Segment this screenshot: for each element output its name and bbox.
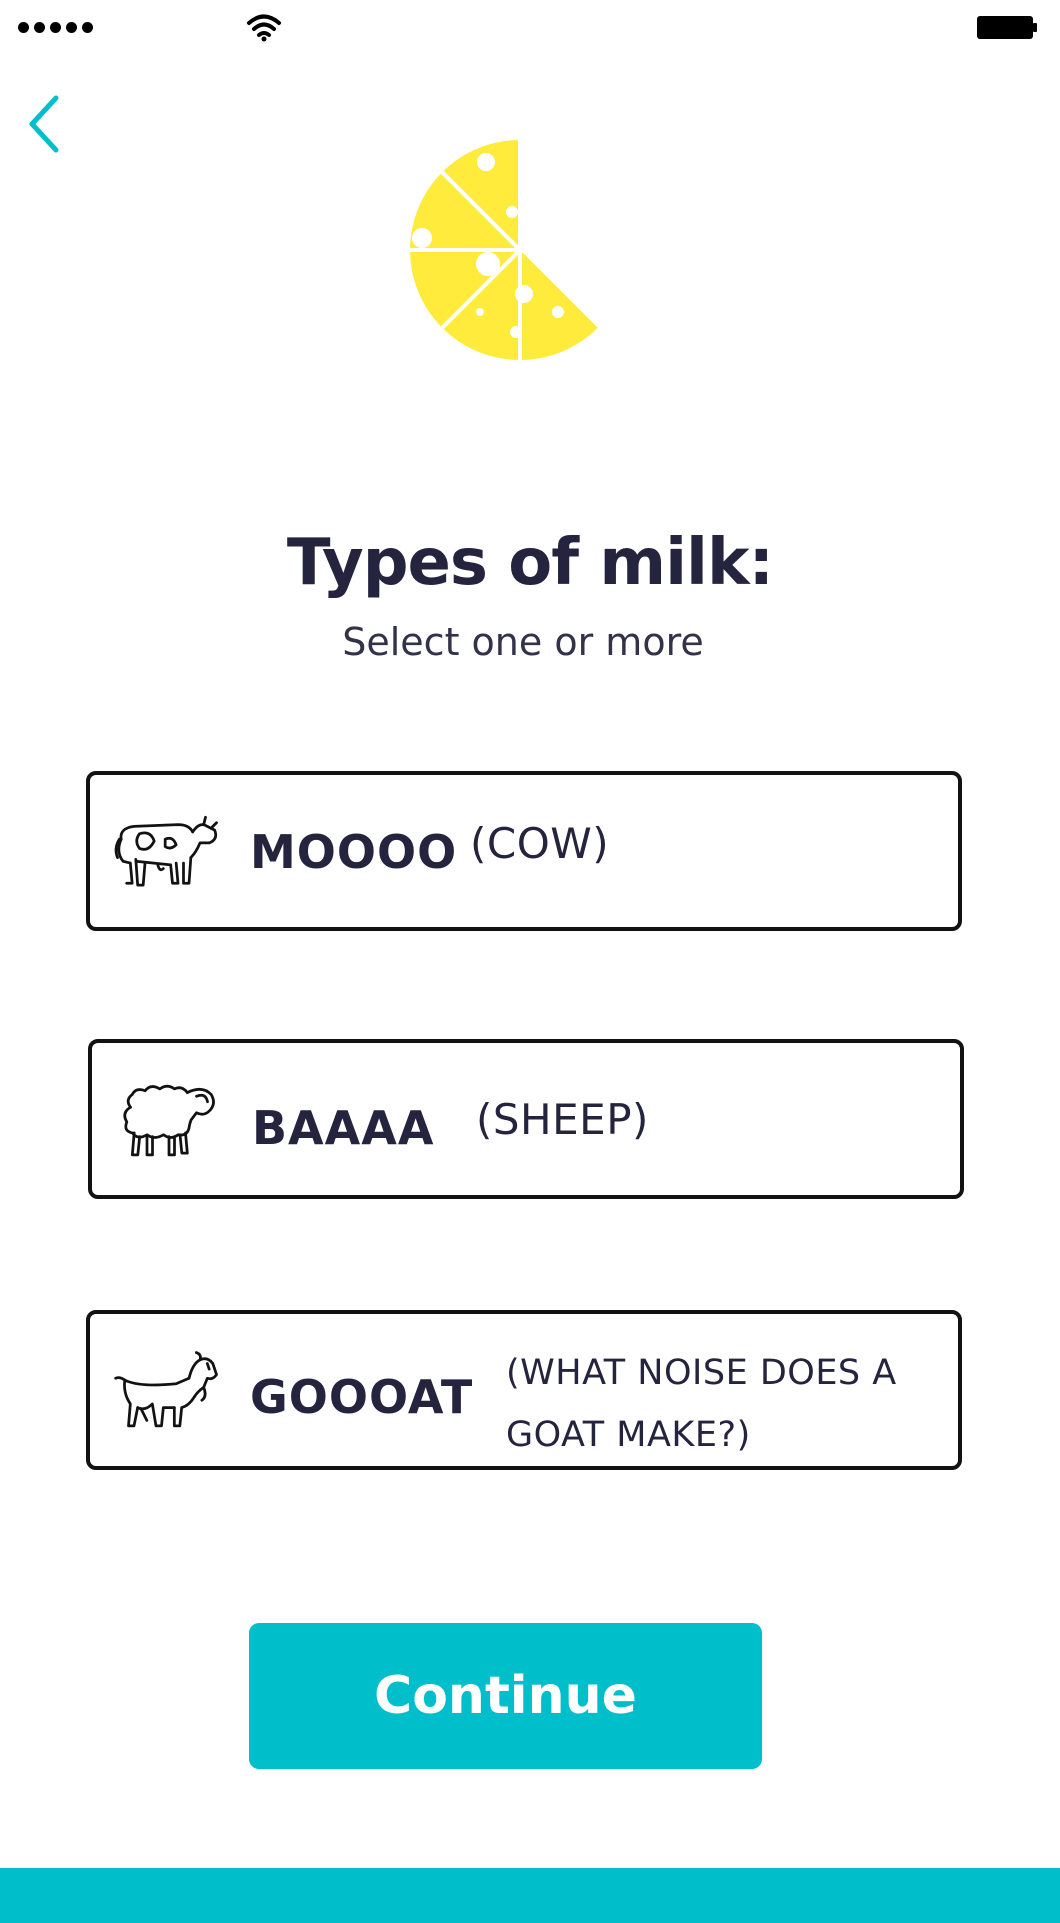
page-subtitle: Select one or more (342, 620, 704, 664)
wifi-icon (247, 14, 281, 42)
option-sheep[interactable]: BAAAA (SHEEP) (88, 1039, 964, 1199)
continue-button[interactable]: Continue (249, 1623, 762, 1769)
option-name: MOOOO (250, 825, 458, 879)
chevron-left-icon (29, 95, 59, 153)
signal-dots-icon (18, 22, 93, 33)
option-note: (COW) (470, 819, 610, 868)
option-note: (WHAT NOISE DOES A GOAT MAKE?) (506, 1353, 897, 1455)
option-name: GOOOAT (250, 1370, 474, 1424)
cow-icon (114, 815, 218, 887)
option-cow[interactable]: MOOOO (COW) (86, 771, 962, 931)
back-button[interactable] (24, 92, 64, 156)
option-name: BAAAA (252, 1101, 435, 1155)
bottom-bar (0, 1868, 1060, 1923)
status-bar (0, 0, 1060, 60)
option-note: (SHEEP) (476, 1095, 649, 1144)
page-title: Types of milk: (286, 526, 774, 600)
battery-icon (977, 16, 1037, 39)
option-goat[interactable]: GOOOAT (WHAT NOISE DOES A GOAT MAKE?) (86, 1310, 962, 1470)
goat-icon (114, 1351, 218, 1428)
cheese-wedge-icon (410, 140, 598, 360)
sheep-icon (123, 1084, 215, 1157)
